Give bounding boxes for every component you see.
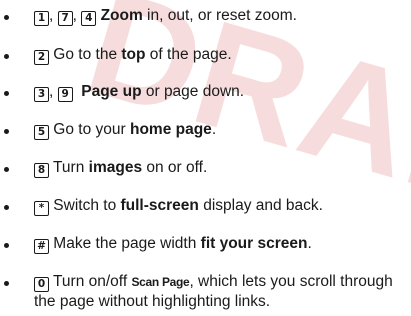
key-2-icon: 2 [34, 50, 49, 65]
item-keyword: Page up [81, 83, 142, 100]
item-text: in, out, or reset zoom. [142, 7, 297, 24]
item-keyword: Scan Page [131, 275, 190, 289]
item-text-pre: Switch to [49, 197, 121, 214]
item-text-pre: Go to your [49, 121, 130, 138]
key-4-icon: 4 [81, 11, 97, 26]
item-text-post: of the page. [145, 46, 232, 63]
key-separator: , [72, 7, 82, 24]
item-keyword: Zoom [100, 7, 143, 24]
key-star-icon: * [34, 201, 49, 216]
item-text-post: . [307, 235, 312, 252]
key-7-icon: 7 [57, 11, 73, 26]
item-keyword: home page [129, 121, 212, 138]
item-text-pre: Turn [49, 159, 89, 176]
key-0-icon: 0 [34, 277, 49, 292]
list-item-top: 2 Go to the top of the page. [0, 45, 411, 65]
item-text-post: on or off. [142, 159, 208, 176]
list-item-fit-screen: # Make the page width fit your screen. [0, 234, 411, 254]
item-keyword: full-screen [120, 197, 199, 214]
item-keyword: top [121, 46, 146, 63]
item-text-post: . [211, 121, 217, 138]
key-pound-icon: # [34, 239, 49, 254]
item-text-pre: Go to the [49, 46, 122, 63]
item-text-pre: Turn on/off [49, 273, 132, 290]
item-text-post: display and back. [198, 197, 323, 214]
list-item-zoom: 1, 7, 4 Zoom in, out, or reset zoom. [0, 6, 411, 26]
key-separator: , [49, 83, 58, 100]
key-9-icon: 9 [57, 87, 73, 102]
item-keyword: fit your screen [200, 235, 308, 252]
key-5-icon: 5 [34, 125, 49, 140]
list-item-page-up: 3, 9 Page up or page down. [0, 82, 411, 102]
key-separator: , [49, 7, 58, 24]
item-keyword: images [88, 159, 143, 176]
key-8-icon: 8 [34, 163, 49, 178]
list-item-scan-page: 0 Turn on/off Scan Page, which lets you … [0, 272, 411, 312]
item-text-pre: Make the page width [49, 235, 201, 252]
key-3-icon: 3 [34, 87, 49, 102]
item-text-post: or page down. [141, 83, 245, 100]
list-item-home-page: 5 Go to your home page. [0, 120, 411, 140]
key-1-icon: 1 [34, 11, 49, 26]
list-item-full-screen: * Switch to full-screen display and back… [0, 196, 411, 216]
list-item-images: 8 Turn images on or off. [0, 158, 411, 178]
